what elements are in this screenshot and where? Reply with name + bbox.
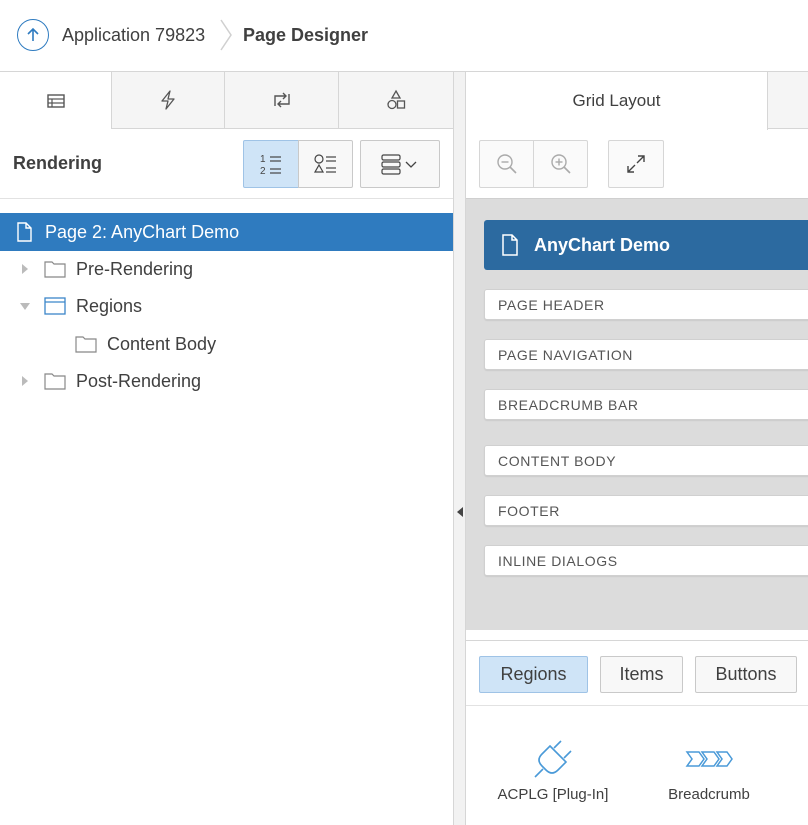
svg-text:1: 1	[260, 154, 266, 165]
page-title: Page Designer	[243, 25, 369, 45]
tree-node-label: Regions	[76, 295, 143, 316]
gallery-panel: ACPLG [Plug-In] Breadcrumb	[466, 706, 808, 825]
page-icon	[502, 234, 518, 256]
expand-arrow-icon[interactable]	[20, 376, 30, 386]
expand-icon	[627, 155, 645, 173]
app-up-button[interactable]	[17, 19, 49, 51]
tab-shared-components[interactable]	[339, 72, 453, 129]
plugin-icon	[534, 740, 572, 778]
zoom-out-button[interactable]	[479, 140, 534, 188]
tree-menu-button[interactable]	[360, 140, 440, 188]
slot-breadcrumb-bar[interactable]: BREADCRUMB BAR	[484, 389, 808, 420]
gallery-tabs: Regions Items Buttons	[466, 640, 808, 706]
grid-toolbar	[466, 130, 808, 198]
gallery-item-plugin[interactable]: ACPLG [Plug-In]	[478, 736, 628, 803]
folder-icon	[44, 373, 66, 390]
tree-node-label: Pre-Rendering	[76, 258, 194, 279]
zoom-out-icon	[496, 154, 517, 174]
swap-icon	[273, 92, 290, 108]
left-pane: Rendering 1 2 Page 2: AnyChart Demo Pre-…	[0, 72, 453, 825]
gallery-tab-items[interactable]: Items	[600, 656, 683, 693]
region-icon	[44, 297, 66, 315]
rendering-header: Rendering 1 2	[0, 129, 453, 199]
folder-icon	[44, 261, 66, 278]
grid-layout-canvas: AnyChart Demo PAGE HEADER PAGE NAVIGATIO…	[466, 198, 808, 630]
tab-dynamic-actions[interactable]	[112, 72, 225, 129]
tree-node-page[interactable]: Page 2: AnyChart Demo	[0, 213, 453, 251]
slot-footer[interactable]: FOOTER	[484, 495, 808, 526]
order-view-button[interactable]: 1 2	[243, 140, 299, 188]
page-title-region[interactable]: AnyChart Demo	[484, 220, 808, 270]
tab-rendering[interactable]	[0, 72, 112, 129]
zoom-in-button[interactable]	[533, 140, 588, 188]
tab-grid-layout[interactable]: Grid Layout	[466, 72, 768, 130]
arrow-up-icon	[27, 27, 39, 41]
tree-node-content-body[interactable]: Content Body	[75, 325, 216, 363]
shapes-icon	[387, 89, 406, 110]
gallery-item-label: Breadcrumb	[668, 786, 750, 803]
shape-list-icon	[313, 154, 336, 173]
gallery-item-label: ACPLG [Plug-In]	[497, 786, 609, 803]
zoom-in-icon	[550, 154, 571, 174]
central-tabs: Grid Layout	[466, 72, 808, 130]
expand-arrow-icon[interactable]	[20, 264, 30, 274]
tab-processing[interactable]	[225, 72, 339, 129]
tree-node-regions[interactable]: Regions	[20, 287, 142, 325]
page-icon	[17, 222, 32, 242]
breadcrumb-icon	[685, 751, 733, 767]
tab-grid-layout-label: Grid Layout	[572, 91, 661, 110]
breadcrumb-separator-icon	[220, 19, 232, 51]
left-tabs	[0, 72, 453, 129]
slot-page-navigation[interactable]: PAGE NAVIGATION	[484, 339, 808, 370]
tree-node-post-rendering[interactable]: Post-Rendering	[20, 362, 201, 400]
tree-node-label: Page 2: AnyChart Demo	[45, 221, 240, 242]
rendering-title: Rendering	[13, 153, 103, 173]
tree-node-label: Content Body	[107, 333, 217, 354]
slot-page-header[interactable]: PAGE HEADER	[484, 289, 808, 320]
gallery-tab-regions[interactable]: Regions	[479, 656, 588, 693]
page-title-region-label: AnyChart Demo	[534, 234, 671, 255]
slot-inline-dialogs[interactable]: INLINE DIALOGS	[484, 545, 808, 576]
svg-text:2: 2	[260, 166, 266, 177]
tree-node-label: Post-Rendering	[76, 370, 202, 391]
top-bar: Application 79823 Page Designer	[0, 0, 808, 72]
expand-button[interactable]	[608, 140, 664, 188]
lightning-icon	[161, 90, 175, 110]
slot-content-body[interactable]: CONTENT BODY	[484, 445, 808, 476]
breadcrumb-application[interactable]: Application 79823	[62, 25, 205, 46]
tree-icon	[46, 93, 65, 108]
folder-icon	[75, 336, 97, 353]
pane-splitter[interactable]	[453, 72, 466, 825]
group-by-type-button[interactable]	[298, 140, 353, 188]
gallery-tab-buttons[interactable]: Buttons	[695, 656, 797, 693]
menu-dropdown-icon	[381, 154, 417, 175]
numbered-list-icon: 1 2	[260, 154, 281, 177]
central-pane: Grid Layout AnyChart Demo PAGE HEADER PA…	[466, 72, 808, 825]
tree-node-pre-rendering[interactable]: Pre-Rendering	[20, 250, 193, 288]
collapse-arrow-icon[interactable]	[20, 301, 30, 311]
collapse-left-icon[interactable]	[457, 507, 463, 517]
gallery-item-breadcrumb[interactable]: Breadcrumb	[634, 736, 784, 803]
